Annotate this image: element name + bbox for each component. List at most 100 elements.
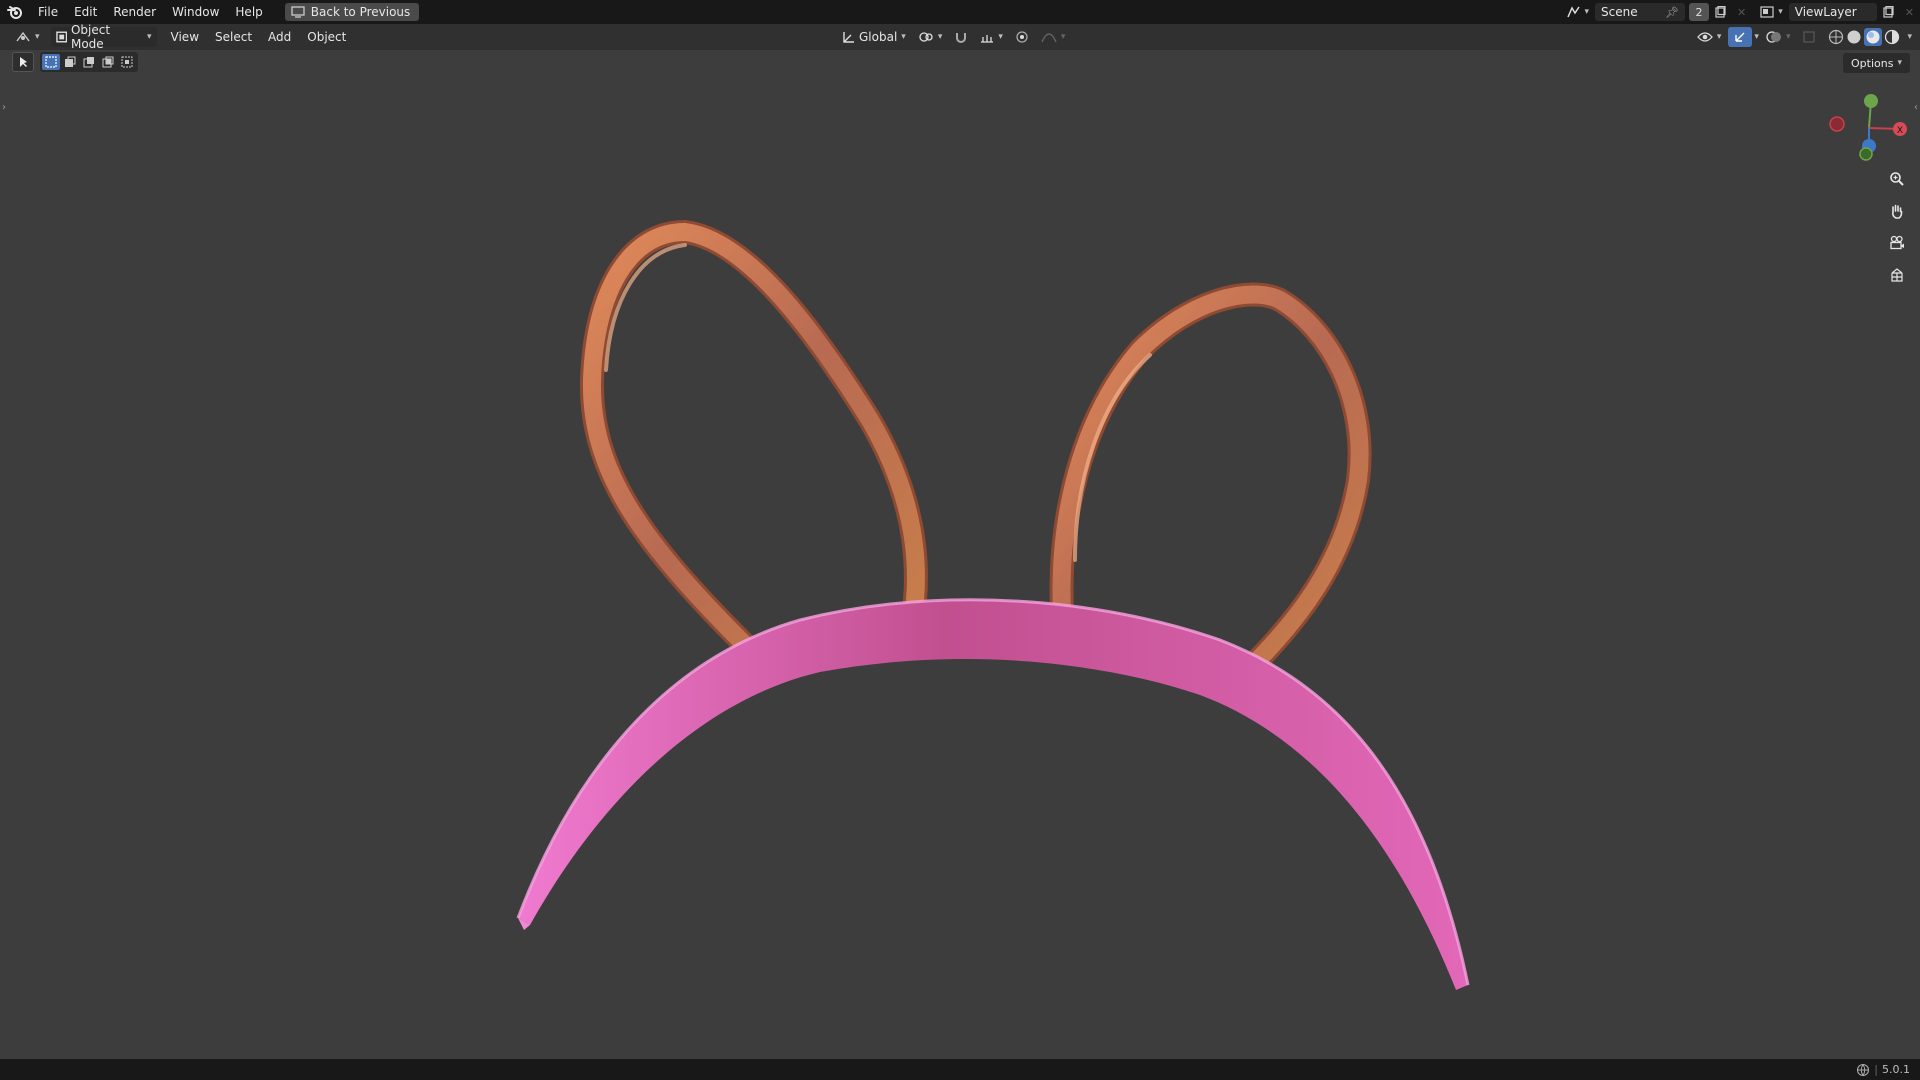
top-menu-bar: File Edit Render Window Help Back to Pre… (0, 0, 1920, 24)
selection-mode-group (40, 52, 138, 72)
blender-logo-icon[interactable] (0, 0, 30, 24)
object-mode-dropdown[interactable]: Object Mode ▾ (50, 23, 157, 51)
visibility-chevron-icon: ▾ (1716, 32, 1722, 42)
object-mode-label: Object Mode (70, 23, 111, 51)
gizmo-x-label: X (1897, 126, 1903, 136)
new-scene-icon[interactable] (1709, 2, 1731, 22)
remove-view-layer-icon[interactable]: ✕ (1905, 6, 1914, 19)
menu-help[interactable]: Help (227, 0, 270, 24)
xray-toggle[interactable] (1797, 27, 1821, 47)
pin-icon[interactable]: 📌︎ (1665, 6, 1679, 19)
tool-settings-row (12, 52, 138, 72)
snap-toggle[interactable] (949, 27, 973, 47)
magnet-icon (956, 33, 967, 43)
scene-users-count: 2 (1689, 3, 1710, 21)
view-layer-icon[interactable] (1756, 2, 1778, 22)
xray-icon (1803, 31, 1816, 43)
menu-select[interactable]: Select (207, 25, 260, 49)
pivot-chevron-icon: ▾ (937, 32, 943, 42)
gizmo-y-icon[interactable] (1864, 94, 1878, 108)
scene-type-icon[interactable] (1563, 2, 1585, 22)
editor-type-chevron-icon: ▾ (35, 32, 40, 42)
hand-pan-icon[interactable] (1884, 198, 1910, 224)
wireframe-shading-icon[interactable] (1828, 29, 1844, 45)
camera-view-icon[interactable] (1884, 230, 1910, 256)
navigation-gizmo[interactable]: X (1829, 94, 1907, 161)
falloff-dropdown[interactable]: ▾ (1036, 27, 1071, 47)
editor-type-selector[interactable]: ▾ (10, 27, 45, 47)
headband-mesh[interactable] (516, 598, 1470, 990)
orientation-chevron-icon: ▾ (901, 32, 906, 42)
editor-type-icon (16, 31, 30, 42)
select-extend-icon[interactable] (61, 54, 79, 70)
overlays-chevron-icon: ▾ (1785, 32, 1791, 42)
gizmo-chevron-icon[interactable]: ▾ (1754, 32, 1759, 42)
version-label: 5.0.1 (1882, 1063, 1910, 1076)
menu-render[interactable]: Render (105, 0, 164, 24)
pivot-point-dropdown[interactable]: ▾ (913, 27, 948, 47)
status-separator: | (1874, 1063, 1878, 1076)
menu-window[interactable]: Window (164, 0, 227, 24)
navigation-buttons (1884, 166, 1910, 288)
scene-field[interactable]: Scene 📌︎ (1595, 3, 1686, 21)
new-view-layer-icon[interactable] (1877, 2, 1899, 22)
object-mode-chevron-icon: ▾ (147, 32, 152, 42)
transform-controls: Global ▾ ▾ ▾ ▾ (836, 27, 1070, 47)
material-preview-shading-icon[interactable] (1864, 28, 1883, 46)
viewport-canvas[interactable]: X (0, 0, 1920, 1080)
select-new-icon[interactable] (42, 54, 60, 70)
select-subtract-icon[interactable] (80, 54, 98, 70)
view-layer-chevron-icon[interactable]: ▾ (1778, 7, 1783, 17)
scene-chevron-icon[interactable]: ▾ (1585, 7, 1590, 17)
back-to-previous-button[interactable]: Back to Previous (284, 3, 420, 21)
snap-increment-icon (981, 35, 994, 43)
menu-edit[interactable]: Edit (66, 0, 105, 24)
status-bar: | 5.0.1 (0, 1059, 1920, 1080)
ortho-grid-icon[interactable] (1884, 262, 1910, 288)
view-layer-name: ViewLayer (1794, 5, 1857, 19)
solid-shading-icon[interactable] (1846, 29, 1862, 45)
view-layer-field[interactable]: ViewLayer (1788, 3, 1877, 21)
left-ear-mesh[interactable] (579, 219, 928, 657)
orientation-axes-icon (843, 32, 854, 43)
remove-scene-icon[interactable]: ✕ (1737, 6, 1746, 19)
proportional-editing-toggle[interactable] (1010, 27, 1034, 47)
select-intersect-icon[interactable] (118, 54, 136, 70)
visibility-dropdown[interactable]: ▾ (1692, 27, 1727, 47)
shading-chevron-icon[interactable]: ▾ (1907, 32, 1912, 42)
pivot-icon (919, 32, 933, 42)
sidebar-expand-icon[interactable]: ‹ (1914, 102, 1918, 113)
menu-add[interactable]: Add (260, 25, 299, 49)
options-dropdown[interactable]: Options ▾ (1843, 53, 1910, 73)
cursor-arrow-icon (20, 57, 27, 67)
back-to-previous-label: Back to Previous (310, 5, 411, 19)
viewport-header: ▾ Object Mode ▾ View Select Add Object G… (0, 23, 1920, 51)
gizmo-neg-y-icon[interactable] (1859, 147, 1873, 161)
select-tool-button[interactable] (12, 52, 34, 72)
options-label: Options (1851, 56, 1894, 70)
eye-icon (1697, 32, 1713, 42)
screen-icon (291, 6, 305, 18)
snap-chevron-icon: ▾ (998, 32, 1003, 42)
object-mode-icon (55, 31, 67, 43)
transform-orientation-dropdown[interactable]: Global ▾ (836, 27, 911, 47)
transform-orientation-label: Global (859, 30, 898, 44)
menu-object[interactable]: Object (299, 25, 354, 49)
falloff-curve-icon (1041, 33, 1057, 43)
options-chevron-icon: ▾ (1897, 58, 1902, 68)
shading-mode-group (1823, 27, 1905, 47)
toolbar-expand-icon[interactable]: › (2, 102, 6, 113)
gizmo-icon (1735, 32, 1745, 42)
rendered-shading-icon[interactable] (1884, 29, 1900, 45)
menu-view[interactable]: View (163, 25, 207, 49)
select-invert-icon[interactable] (99, 54, 117, 70)
gizmo-neg-x-icon[interactable] (1829, 116, 1845, 132)
gizmo-toggle[interactable] (1728, 27, 1753, 47)
falloff-chevron-icon: ▾ (1060, 32, 1066, 42)
scene-controls: ▾ Scene 📌︎ 2 ✕ ▾ ViewLayer ✕ (1563, 0, 1920, 24)
overlays-toggle[interactable]: ▾ (1761, 27, 1796, 47)
scene-name: Scene (1601, 5, 1638, 19)
zoom-icon[interactable] (1884, 166, 1910, 192)
menu-file[interactable]: File (30, 0, 66, 24)
snap-target-dropdown[interactable]: ▾ (975, 27, 1008, 47)
